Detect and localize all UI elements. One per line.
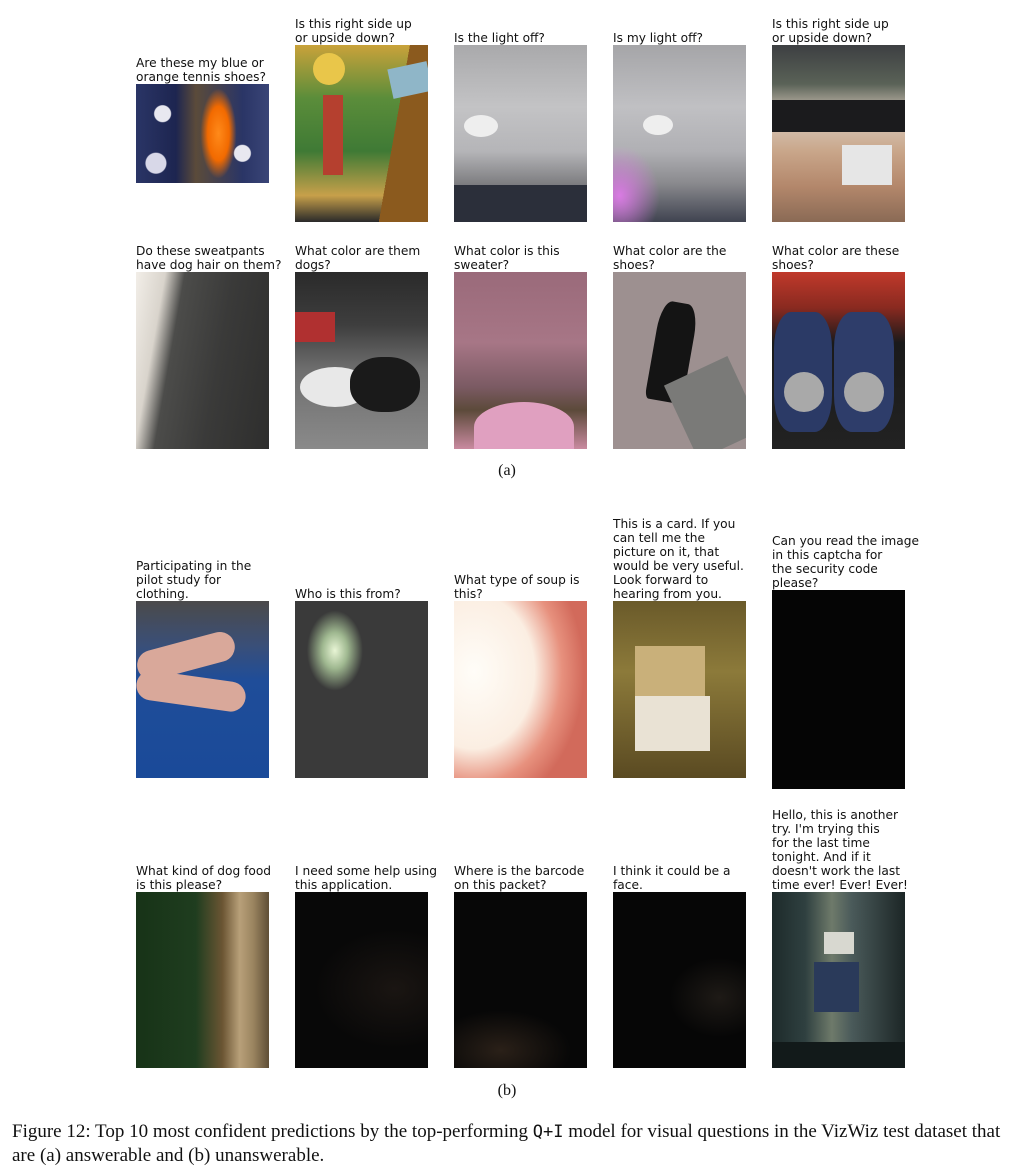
- photo-blurry-glow: [295, 601, 428, 778]
- question-text: Hello, this is another try. I'm trying t…: [772, 808, 908, 892]
- subfigure-label-b: (b): [497, 1082, 517, 1099]
- question-text: What color are the shoes?: [613, 244, 727, 272]
- question-text: What color are these shoes?: [772, 244, 900, 272]
- question-text: What kind of dog food is this please?: [136, 864, 272, 892]
- photo-dark: [295, 892, 428, 1068]
- question-text: What color are them dogs?: [295, 244, 421, 272]
- question-text: What color is this sweater?: [454, 244, 560, 272]
- question-text: This is a card. If you can tell me the p…: [613, 517, 744, 601]
- photo-ceiling-fan-purple: [613, 45, 746, 222]
- question-text: What type of soup is this?: [454, 573, 580, 601]
- caption-model: Q+I: [532, 1122, 564, 1142]
- question-text: Do these sweatpants have dog hair on the…: [136, 244, 282, 272]
- photo-black-shoe: [613, 272, 746, 449]
- photo-dark-2: [454, 892, 587, 1068]
- photo-dark-3: [613, 892, 746, 1068]
- question-text: Is this right side up or upside down?: [772, 17, 889, 45]
- photo-ceiling-fan: [454, 45, 587, 222]
- photo-blue-orange-shoes: [136, 84, 269, 183]
- subfigure-label-a: (a): [498, 462, 516, 479]
- photo-tarot-card: [295, 45, 428, 222]
- photo-sweatpants: [136, 272, 269, 449]
- question-text: Is this right side up or upside down?: [295, 17, 412, 45]
- photo-slippers: [772, 272, 905, 449]
- question-text: I think it could be a face.: [613, 864, 731, 892]
- photo-blurry-green: [136, 892, 269, 1068]
- question-text: Is the light off?: [454, 31, 545, 45]
- photo-blurry-card: [613, 601, 746, 778]
- question-text: I need some help using this application.: [295, 864, 437, 892]
- photo-overexposed-pink: [454, 601, 587, 778]
- question-text: Participating in the pilot study for clo…: [136, 559, 252, 601]
- question-text: Who is this from?: [295, 587, 401, 601]
- caption-prefix: Figure 12: Top 10 most confident predict…: [12, 1121, 533, 1142]
- photo-card-reader: [772, 45, 905, 222]
- question-text: Are these my blue or orange tennis shoes…: [136, 56, 266, 84]
- photo-dogs: [295, 272, 428, 449]
- figure-caption: Figure 12: Top 10 most confident predict…: [12, 1120, 1002, 1168]
- question-text: Is my light off?: [613, 31, 703, 45]
- question-text: Can you read the image in this captcha f…: [772, 534, 919, 590]
- photo-hand-peace: [136, 601, 269, 778]
- photo-hallway: [772, 892, 905, 1068]
- photo-black: [772, 590, 905, 789]
- photo-sweater: [454, 272, 587, 449]
- question-text: Where is the barcode on this packet?: [454, 864, 585, 892]
